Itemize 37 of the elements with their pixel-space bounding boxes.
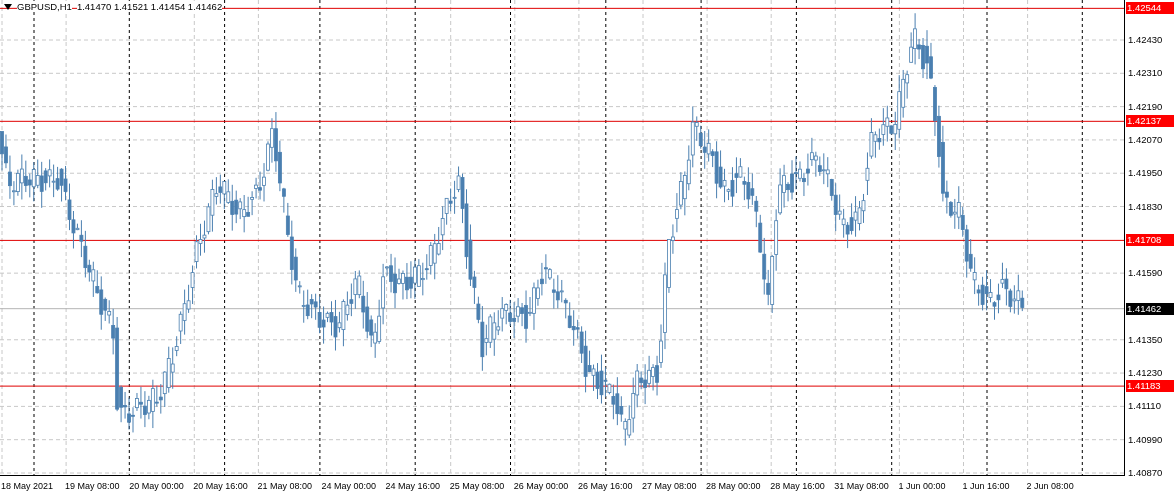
ohlc-values: 1.41470 1.41521 1.41454 1.41462 xyxy=(76,1,223,12)
time-label: 25 May 08:00 xyxy=(449,481,505,491)
price-label: 1.41183 xyxy=(1126,380,1174,393)
time-label: 20 May 00:00 xyxy=(129,481,184,491)
price-tick-label: 1.41230 xyxy=(1128,367,1163,380)
time-label: 18 May 2021 xyxy=(1,481,54,491)
price-tick-label: 1.40990 xyxy=(1128,433,1163,446)
price-label: 1.42137 xyxy=(1126,115,1174,128)
price-tick-label: 1.40870 xyxy=(1128,467,1163,479)
price-tick-label: 1.41950 xyxy=(1128,167,1163,180)
price-tick-label: 1.41590 xyxy=(1128,267,1163,280)
time-label: 24 May 16:00 xyxy=(385,481,441,491)
time-label: 1 Jun 16:00 xyxy=(962,481,1010,491)
price-tick-label: 1.41830 xyxy=(1128,200,1163,213)
price-tick-label: 1.41350 xyxy=(1128,333,1163,346)
time-label: 27 May 08:00 xyxy=(642,481,697,491)
price-tick-label: 1.42310 xyxy=(1128,67,1163,80)
price-label: 1.41708 xyxy=(1126,234,1174,247)
time-label: 19 May 08:00 xyxy=(65,481,120,491)
time-label: 28 May 00:00 xyxy=(706,481,761,491)
time-label: 26 May 16:00 xyxy=(577,481,633,491)
time-label: 31 May 08:00 xyxy=(834,481,889,491)
dropdown-triangle-icon[interactable] xyxy=(4,3,12,10)
time-label: 28 May 16:00 xyxy=(770,481,825,491)
time-label: 20 May 16:00 xyxy=(193,481,248,491)
time-label: 24 May 00:00 xyxy=(321,481,377,491)
time-label: 21 May 08:00 xyxy=(257,481,312,491)
price-label: 1.41462 xyxy=(1126,302,1174,315)
price-tick-label: 1.42430 xyxy=(1128,34,1163,46)
time-label: 2 Jun 08:00 xyxy=(1026,481,1074,491)
time-label: 26 May 00:00 xyxy=(513,481,569,491)
time-label: 1 Jun 00:00 xyxy=(898,481,946,491)
chart-symbol: GBPUSD,H1 xyxy=(17,1,72,12)
price-tick-label: 1.42070 xyxy=(1128,133,1163,146)
price-tick-label: 1.41110 xyxy=(1128,400,1161,413)
price-label: 1.42544 xyxy=(1126,2,1174,15)
price-tick-label: 1.42190 xyxy=(1128,100,1163,113)
